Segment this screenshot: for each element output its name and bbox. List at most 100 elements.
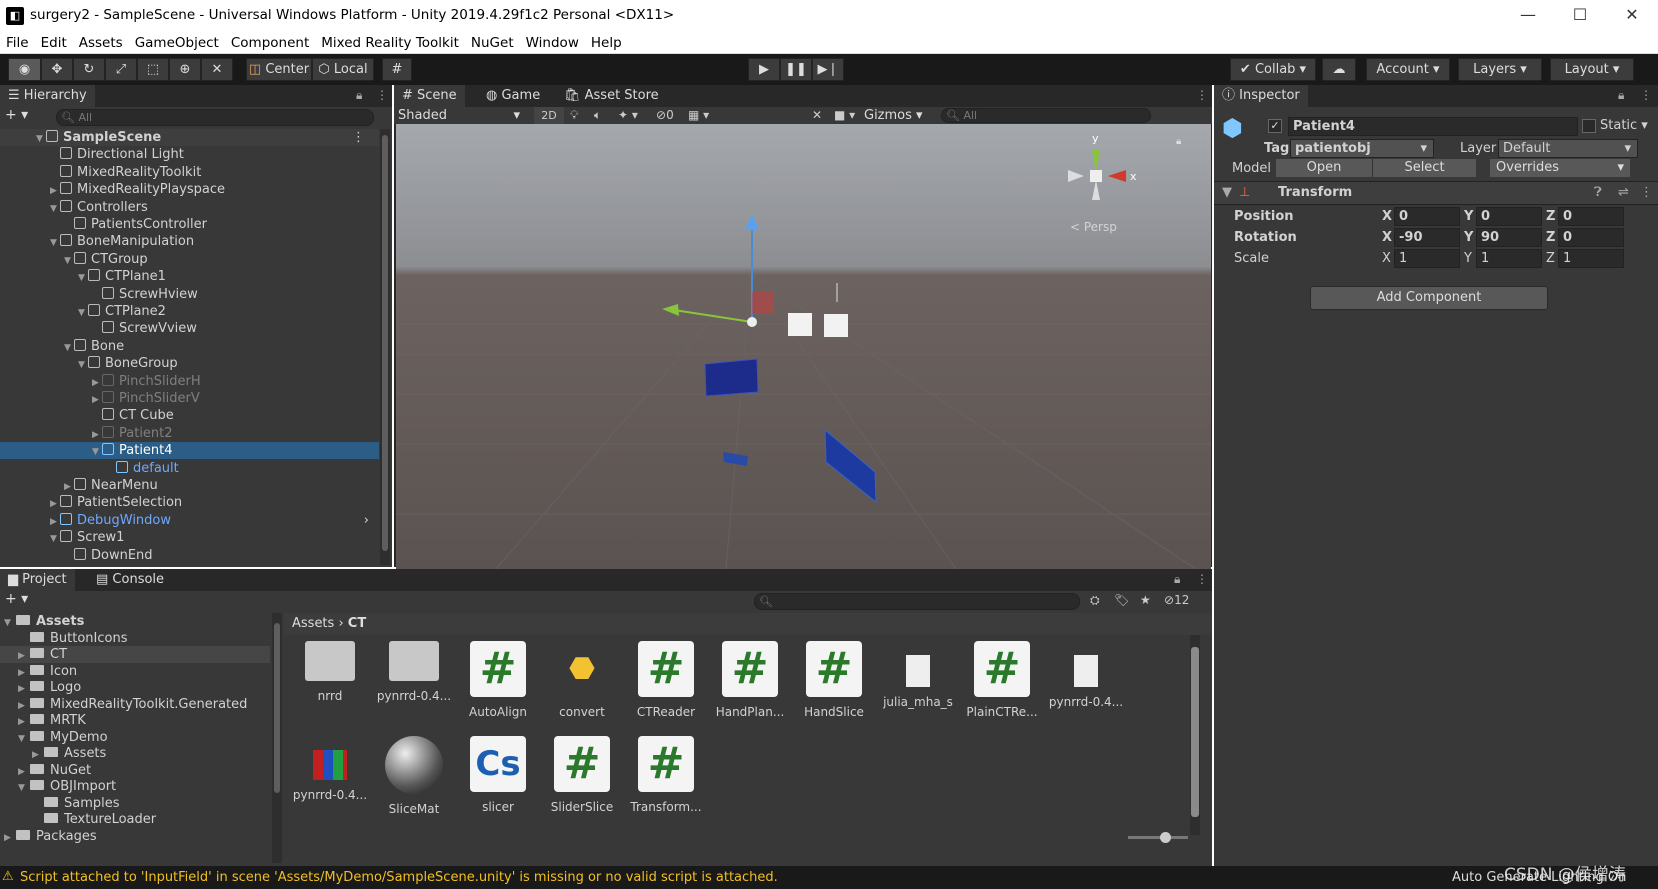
project-folder-row[interactable]: ▶ MRTK [0, 712, 270, 729]
tools-icon[interactable]: ✕ [812, 107, 822, 124]
open-button[interactable]: Open [1276, 159, 1372, 177]
scene-search-input[interactable]: 🔍︎ All [941, 108, 1151, 123]
project-folder-row[interactable]: ▼ OBJImport [0, 778, 270, 795]
project-folder-row[interactable]: ▼ MyDemo [0, 729, 270, 746]
asset-item[interactable]: # CTReader [626, 641, 706, 719]
position-x-field[interactable]: 0 [1394, 207, 1460, 226]
hierarchy-row[interactable]: ▼ Patient4 [0, 442, 379, 460]
hierarchy-row[interactable]: ▼ Screw1 [0, 529, 379, 546]
rect-tool-icon[interactable]: ⬚ [137, 58, 169, 81]
hierarchy-row[interactable]: ScrewVview [0, 320, 379, 337]
asset-item[interactable]: # PlainCTRe... [962, 641, 1042, 719]
persp-label[interactable]: < Persp [1070, 220, 1117, 234]
layer-dropdown[interactable]: Default ▾ [1498, 139, 1638, 158]
project-tree-scrollbar[interactable] [272, 613, 282, 863]
project-folder-row[interactable]: ▶ Logo [0, 679, 270, 696]
rotation-y-field[interactable]: 90 [1476, 228, 1542, 247]
create-button[interactable]: + ▾ [5, 107, 28, 123]
hierarchy-row[interactable]: ▶ MixedRealityPlayspace [0, 181, 379, 198]
asset-item[interactable]: Cs slicer [458, 736, 538, 814]
asset-item[interactable]: # AutoAlign [458, 641, 538, 719]
project-kebab-icon[interactable]: ⋮ [1196, 572, 1208, 586]
hierarchy-row[interactable]: DownEnd [0, 547, 379, 564]
gizmo-plane-handle[interactable] [752, 292, 774, 314]
gizmo-y-arrow[interactable] [745, 214, 759, 230]
scale-tool-icon[interactable]: ⤢ [105, 58, 137, 81]
component-kebab-icon[interactable]: ⋮ [1640, 185, 1653, 200]
favorite-star-icon[interactable]: ★ [1140, 593, 1151, 607]
gizmo-center[interactable] [747, 317, 757, 327]
menu-file[interactable]: File [0, 33, 35, 51]
asset-item[interactable]: # HandPlan... [710, 641, 790, 719]
breadcrumb-ct[interactable]: CT [348, 616, 366, 631]
position-y-axis-label[interactable]: Y [1464, 209, 1473, 224]
tab-game[interactable]: ◍ Game [478, 85, 548, 107]
gizmo-neg-y-cone[interactable] [1092, 180, 1100, 200]
play-button[interactable]: ▶ [748, 58, 780, 81]
transform-tool-icon[interactable]: ⊕ [169, 58, 201, 81]
scene-kebab-icon[interactable]: ⋮ [352, 129, 365, 146]
hidden-objects-toggle[interactable]: ⊘0 [656, 107, 674, 124]
menu-nuget[interactable]: NuGet [465, 33, 520, 51]
slider-thumb[interactable] [1160, 832, 1171, 843]
status-warning-message[interactable]: Script attached to 'InputField' in scene… [20, 870, 778, 885]
menu-window[interactable]: Window [520, 33, 585, 51]
hierarchy-row[interactable]: default [0, 460, 379, 477]
rotation-z-axis-label[interactable]: Z [1546, 230, 1555, 245]
chevron-right-icon[interactable]: › [364, 512, 369, 529]
asset-item[interactable]: ⬣ convert [542, 641, 622, 719]
project-search-input[interactable]: 🔍︎ [754, 593, 1080, 610]
rotation-x-axis-label[interactable]: X [1382, 230, 1392, 245]
hierarchy-row[interactable]: ▼ Controllers [0, 199, 379, 216]
project-folder-row[interactable]: ▶ CT [0, 646, 270, 663]
project-folder-row[interactable]: ▶ Icon [0, 663, 270, 680]
rotation-x-field[interactable]: -90 [1394, 228, 1460, 247]
grid-snap-icon[interactable]: # [382, 58, 412, 81]
breadcrumb-assets[interactable]: Assets [292, 616, 334, 631]
tab-inspector[interactable]: ⓘ Inspector [1214, 85, 1308, 107]
tab-hierarchy[interactable]: ☰ Hierarchy [0, 85, 95, 107]
asset-grid-scrollbar[interactable] [1190, 635, 1200, 835]
layers-dropdown[interactable]: Layers ▾ [1458, 58, 1542, 81]
add-component-button[interactable]: Add Component [1310, 286, 1548, 310]
lighting-icon[interactable]: 💡︎ [570, 107, 578, 124]
tab-console[interactable]: ▤ Console [88, 569, 172, 591]
filter-type-icon[interactable]: ⛭ [1090, 593, 1100, 608]
hierarchy-row[interactable]: ▼ CTPlane1 [0, 268, 379, 285]
ct-plane-1[interactable] [704, 358, 759, 397]
project-folder-row[interactable]: ▶ Packages [0, 828, 270, 845]
cloud-icon[interactable]: ☁ [1322, 58, 1356, 81]
gizmos-dropdown[interactable]: Gizmos ▾ [864, 107, 923, 124]
hierarchy-row[interactable]: MixedRealityToolkit [0, 164, 379, 181]
menu-edit[interactable]: Edit [35, 33, 73, 51]
hierarchy-row[interactable]: ▶ PinchSliderH [0, 373, 379, 390]
help-icon[interactable]: ❓︎ [1594, 185, 1602, 200]
hierarchy-row[interactable]: ScrewHview [0, 286, 379, 303]
hierarchy-row[interactable]: ▶ DebugWindow › [0, 512, 379, 529]
scale-z-field[interactable]: 1 [1558, 249, 1624, 268]
hierarchy-row[interactable]: Directional Light [0, 146, 379, 163]
filter-label-icon[interactable]: 🏷︎ [1114, 593, 1129, 607]
hierarchy-row[interactable]: ▶ PatientSelection [0, 494, 379, 511]
scale-y-field[interactable]: 1 [1476, 249, 1542, 268]
preset-icon[interactable]: ⇌ [1618, 185, 1629, 200]
hierarchy-row[interactable]: ▼ Bone [0, 338, 379, 355]
hierarchy-search-input[interactable]: 🔍︎ All [56, 109, 374, 126]
hierarchy-row[interactable]: ▼ CTPlane2 [0, 303, 379, 320]
static-dropdown[interactable]: Static ▾ [1600, 118, 1648, 133]
lock-icon[interactable]: 🔒︎ [356, 88, 362, 103]
active-checkbox[interactable]: ✓ [1268, 119, 1282, 133]
asset-item[interactable]: # HandSlice [794, 641, 874, 719]
hierarchy-row[interactable]: CT Cube [0, 407, 379, 424]
project-folder-row[interactable]: ButtonIcons [0, 630, 270, 647]
menu-assets[interactable]: Assets [73, 33, 129, 51]
project-folder-row[interactable]: TextureLoader [0, 811, 270, 828]
position-z-field[interactable]: 0 [1558, 207, 1624, 226]
pivot-local-button[interactable]: ⬡ Local [312, 58, 374, 81]
gizmo-center-cube[interactable] [1090, 170, 1102, 182]
project-lock-icon[interactable]: 🔒︎ [1174, 572, 1180, 587]
white-cube-2[interactable] [824, 314, 848, 337]
asset-item[interactable]: SliceMat [374, 736, 454, 816]
project-folder-row[interactable]: ▶ NuGet [0, 762, 270, 779]
hierarchy-row[interactable]: ▼ CTGroup [0, 251, 379, 268]
